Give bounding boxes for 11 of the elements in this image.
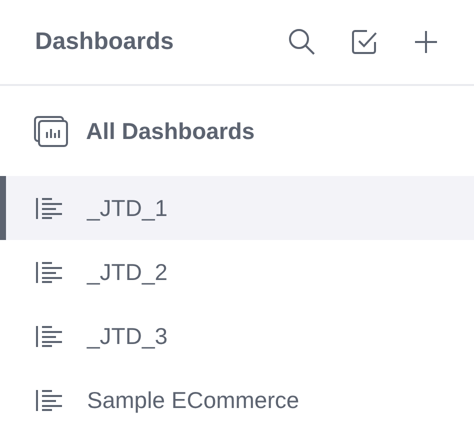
- all-dashboards-item[interactable]: All Dashboards: [0, 86, 474, 176]
- dashboards-icon: [34, 116, 68, 146]
- dashboard-list-icon: [36, 390, 64, 410]
- panel-title: Dashboards: [35, 28, 175, 56]
- dashboard-list-icon: [36, 326, 64, 346]
- dashboard-item[interactable]: _JTD_1: [0, 176, 474, 240]
- dashboard-item[interactable]: _JTD_3: [0, 304, 474, 368]
- dashboard-item[interactable]: Sample ECommerce: [0, 368, 474, 432]
- dashboard-item[interactable]: _JTD_2: [0, 240, 474, 304]
- dashboard-list-icon: [36, 198, 64, 218]
- dashboard-list-icon: [36, 262, 64, 282]
